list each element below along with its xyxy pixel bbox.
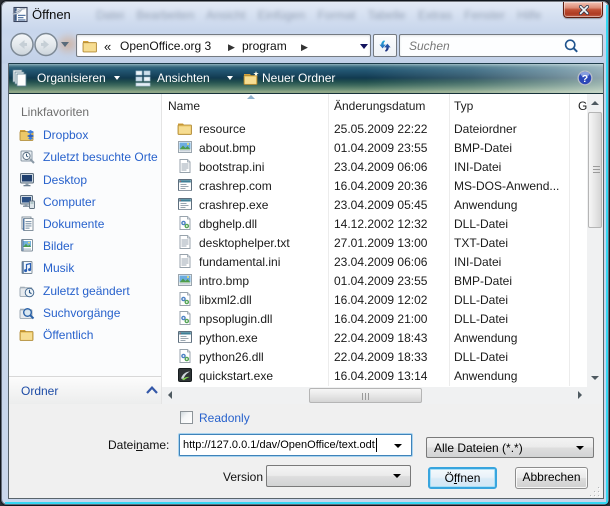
svg-text:?: ? bbox=[582, 73, 588, 85]
